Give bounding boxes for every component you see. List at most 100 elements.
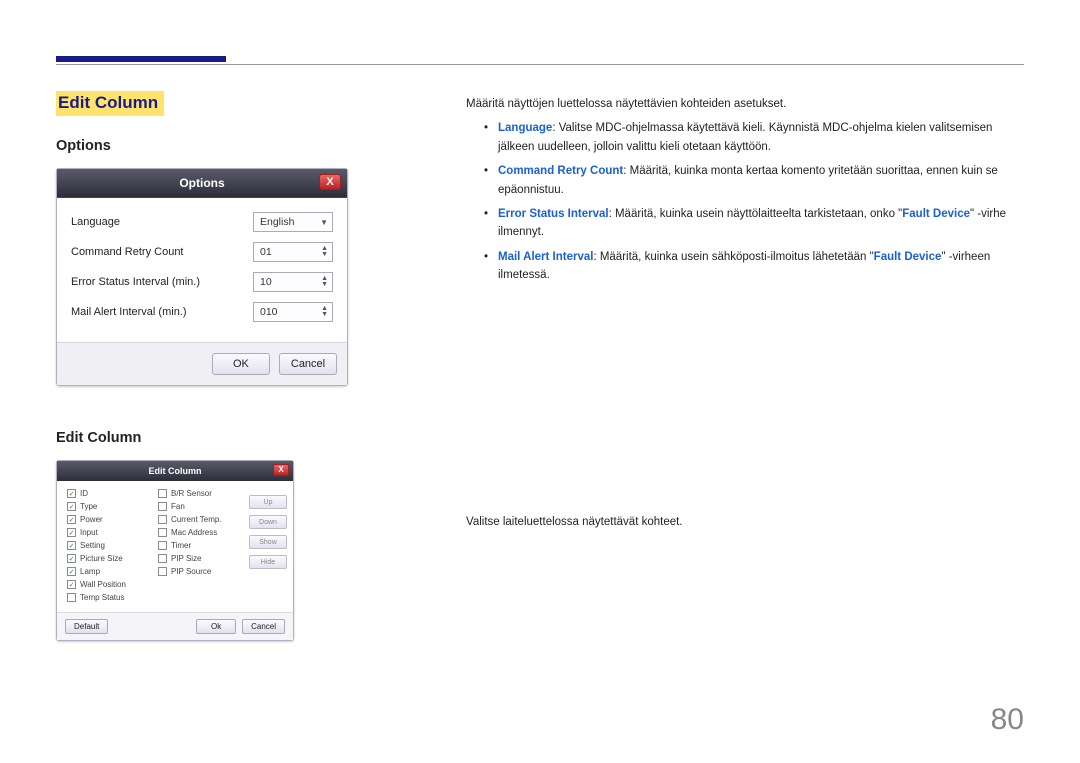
editcolumn-dialog: Edit Column X ✓ ID ✓ Type ✓ Power ✓ Input ✓ Setti… [56,460,294,641]
mail-interval-label: Mail Alert Interval (min.) [71,306,187,318]
checkbox-item[interactable]: PIP Source [158,567,243,576]
up-button[interactable]: Up [249,495,287,509]
checkbox-item[interactable]: ✓ Lamp [67,567,152,576]
mail-value: 010 [260,306,278,318]
ok-button[interactable]: Ok [196,619,236,634]
close-icon[interactable]: X [319,174,341,190]
checkbox-icon [158,489,167,498]
checkbox-icon: ✓ [67,502,76,511]
cancel-button[interactable]: Cancel [279,353,337,375]
text: : Määritä, kuinka usein näyttölaitteelta… [609,208,903,220]
dialog-title-text: Edit Column [149,466,202,476]
mail-interval-stepper[interactable]: 010 ▲▼ [253,302,333,322]
down-button[interactable]: Down [249,515,287,529]
hide-button[interactable]: Hide [249,555,287,569]
checkbox-label: Picture Size [80,554,123,563]
checkbox-label: Lamp [80,567,100,576]
checkbox-icon [158,528,167,537]
show-button[interactable]: Show [249,535,287,549]
checkbox-label: B/R Sensor [171,489,212,498]
options-dialog: Options X Language English ▼ Command Ret… [56,168,348,386]
language-label: Language [71,216,120,228]
text: : Määritä, kuinka usein sähköposti-ilmoi… [593,251,873,263]
reorder-buttons: Up Down Show Hide [249,495,287,606]
checkbox-label: Input [80,528,98,537]
ok-button[interactable]: OK [212,353,270,375]
checkbox-item[interactable]: ✓ Picture Size [67,554,152,563]
checkbox-label: ID [80,489,88,498]
checkbox-item[interactable]: Mac Address [158,528,243,537]
checkbox-label: Type [80,502,97,511]
checkbox-item[interactable]: ✓ Wall Position [67,580,152,589]
fault-device: Fault Device [874,251,942,263]
key-error: Error Status Interval [498,208,609,220]
text: : Valitse MDC-ohjelmassa käytettävä kiel… [498,122,992,152]
chevron-down-icon: ▼ [320,218,328,227]
page-number: 80 [991,703,1024,737]
checkbox-label: Setting [80,541,105,550]
checkbox-column-2: B/R Sensor Fan Current Temp. Mac Address Tim… [158,489,243,606]
checkbox-item[interactable]: ✓ Power [67,515,152,524]
checkbox-label: Wall Position [80,580,126,589]
checkbox-label: Power [80,515,103,524]
checkbox-icon: ✓ [67,541,76,550]
checkbox-icon [158,515,167,524]
checkbox-item[interactable]: B/R Sensor [158,489,243,498]
checkbox-item[interactable]: Timer [158,541,243,550]
retry-stepper[interactable]: 01 ▲▼ [253,242,333,262]
key-retry: Command Retry Count [498,165,623,177]
error-interval-label: Error Status Interval (min.) [71,276,200,288]
spinner-icon: ▲▼ [321,306,328,318]
checkbox-item[interactable]: ✓ Setting [67,541,152,550]
checkbox-icon: ✓ [67,580,76,589]
checkbox-item[interactable]: Current Temp. [158,515,243,524]
bullet-retry: Command Retry Count: Määritä, kuinka mon… [484,162,1024,199]
editcol-subtitle: Edit Column [56,430,356,446]
checkbox-icon [158,502,167,511]
error-value: 10 [260,276,272,288]
spinner-icon: ▲▼ [321,246,328,258]
retry-label: Command Retry Count [71,246,184,258]
checkbox-icon [158,541,167,550]
language-value: English [260,216,294,228]
spinner-icon: ▲▼ [321,276,328,288]
checkbox-label: Current Temp. [171,515,222,524]
key-language: Language [498,122,552,134]
checkbox-item[interactable]: ✓ ID [67,489,152,498]
checkbox-item[interactable]: PIP Size [158,554,243,563]
retry-value: 01 [260,246,272,258]
checkbox-label: PIP Source [171,567,211,576]
close-icon[interactable]: X [273,464,289,476]
checkbox-item[interactable]: ✓ Type [67,502,152,511]
checkbox-label: Temp Status [80,593,124,602]
checkbox-item[interactable]: ✓ Input [67,528,152,537]
checkbox-icon: ✓ [67,515,76,524]
checkbox-label: Mac Address [171,528,217,537]
checkbox-item[interactable]: Fan [158,502,243,511]
checkbox-icon: ✓ [67,528,76,537]
checkbox-label: PIP Size [171,554,202,563]
checkbox-icon: ✓ [67,554,76,563]
default-button[interactable]: Default [65,619,108,634]
checkbox-column-1: ✓ ID ✓ Type ✓ Power ✓ Input ✓ Setting ✓ Picture Siz… [67,489,152,606]
section-heading: Edit Column [56,91,164,116]
bullet-mail: Mail Alert Interval: Määritä, kuinka use… [484,248,1024,285]
options-subtitle: Options [56,138,356,154]
checkbox-icon [67,593,76,602]
editcol-description: Valitse laiteluettelossa näytettävät koh… [466,513,1024,531]
bullet-error: Error Status Interval: Määritä, kuinka u… [484,205,1024,242]
key-mail: Mail Alert Interval [498,251,593,263]
checkbox-icon [158,554,167,563]
error-interval-stepper[interactable]: 10 ▲▼ [253,272,333,292]
dialog-title-text: Options [179,176,224,190]
checkbox-icon: ✓ [67,489,76,498]
bullet-language: Language: Valitse MDC-ohjelmassa käytett… [484,119,1024,156]
checkbox-label: Fan [171,502,185,511]
checkbox-item[interactable]: Temp Status [67,593,152,602]
options-dialog-title: Options X [57,169,347,198]
checkbox-label: Timer [171,541,191,550]
language-select[interactable]: English ▼ [253,212,333,232]
checkbox-icon [158,567,167,576]
cancel-button[interactable]: Cancel [242,619,285,634]
checkbox-icon: ✓ [67,567,76,576]
